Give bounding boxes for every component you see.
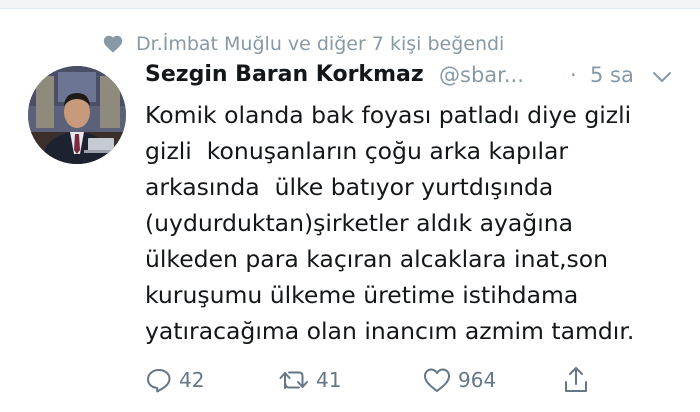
tweet-header: Sezgin Baran Korkmaz @sbar... · 5 sa xyxy=(145,62,685,94)
reply-button[interactable]: 42 xyxy=(145,362,204,398)
profile-photo xyxy=(28,66,126,164)
author-name[interactable]: Sezgin Baran Korkmaz xyxy=(145,62,424,87)
reply-icon xyxy=(147,369,171,393)
chevron-down-icon[interactable] xyxy=(651,68,673,86)
tweet-text-line: gizli konuşanların çoğu arka kapılar xyxy=(145,137,569,165)
like-button[interactable]: 964 xyxy=(422,362,496,398)
tweet-text: Komik olanda bak foyası patladı diye giz… xyxy=(145,97,685,349)
tweet-text-line: arkasında ülke batıyor yurtdışında xyxy=(145,173,554,201)
author-handle[interactable]: @sbar... xyxy=(439,63,524,87)
tweet-text-line: (uydurduktan)şirketler aldık ayağına xyxy=(145,209,574,237)
retweet-count: 41 xyxy=(316,368,342,392)
heart-icon xyxy=(424,368,450,392)
tweet-text-line: Komik olanda bak foyası patladı diye giz… xyxy=(145,101,632,129)
retweet-button[interactable]: 41 xyxy=(278,362,341,398)
share-button[interactable] xyxy=(563,362,589,398)
reply-count: 42 xyxy=(179,368,205,392)
like-count: 964 xyxy=(458,368,497,392)
social-context: Dr.İmbat Muğlu ve diğer 7 kişi beğendi xyxy=(102,30,504,58)
separator-dot: · xyxy=(570,63,577,87)
heart-icon xyxy=(103,35,123,53)
tweet-text-line: kuruşumu ülkeme üretime istihdama xyxy=(145,281,579,309)
retweet-icon xyxy=(279,371,308,389)
tweet-time[interactable]: 5 sa xyxy=(590,63,634,87)
avatar[interactable] xyxy=(28,66,126,164)
top-divider xyxy=(0,0,700,9)
tweet-actions: 42 41 964 xyxy=(145,362,595,398)
tweet-text-line: yatıracağıma olan inancım azmim tamdır. xyxy=(145,317,635,345)
share-icon xyxy=(565,367,587,392)
tweet-text-line: ülkeden para kaçıran alcaklara inat,son xyxy=(145,245,609,273)
liked-by-text: Dr.İmbat Muğlu ve diğer 7 kişi beğendi xyxy=(136,33,505,55)
